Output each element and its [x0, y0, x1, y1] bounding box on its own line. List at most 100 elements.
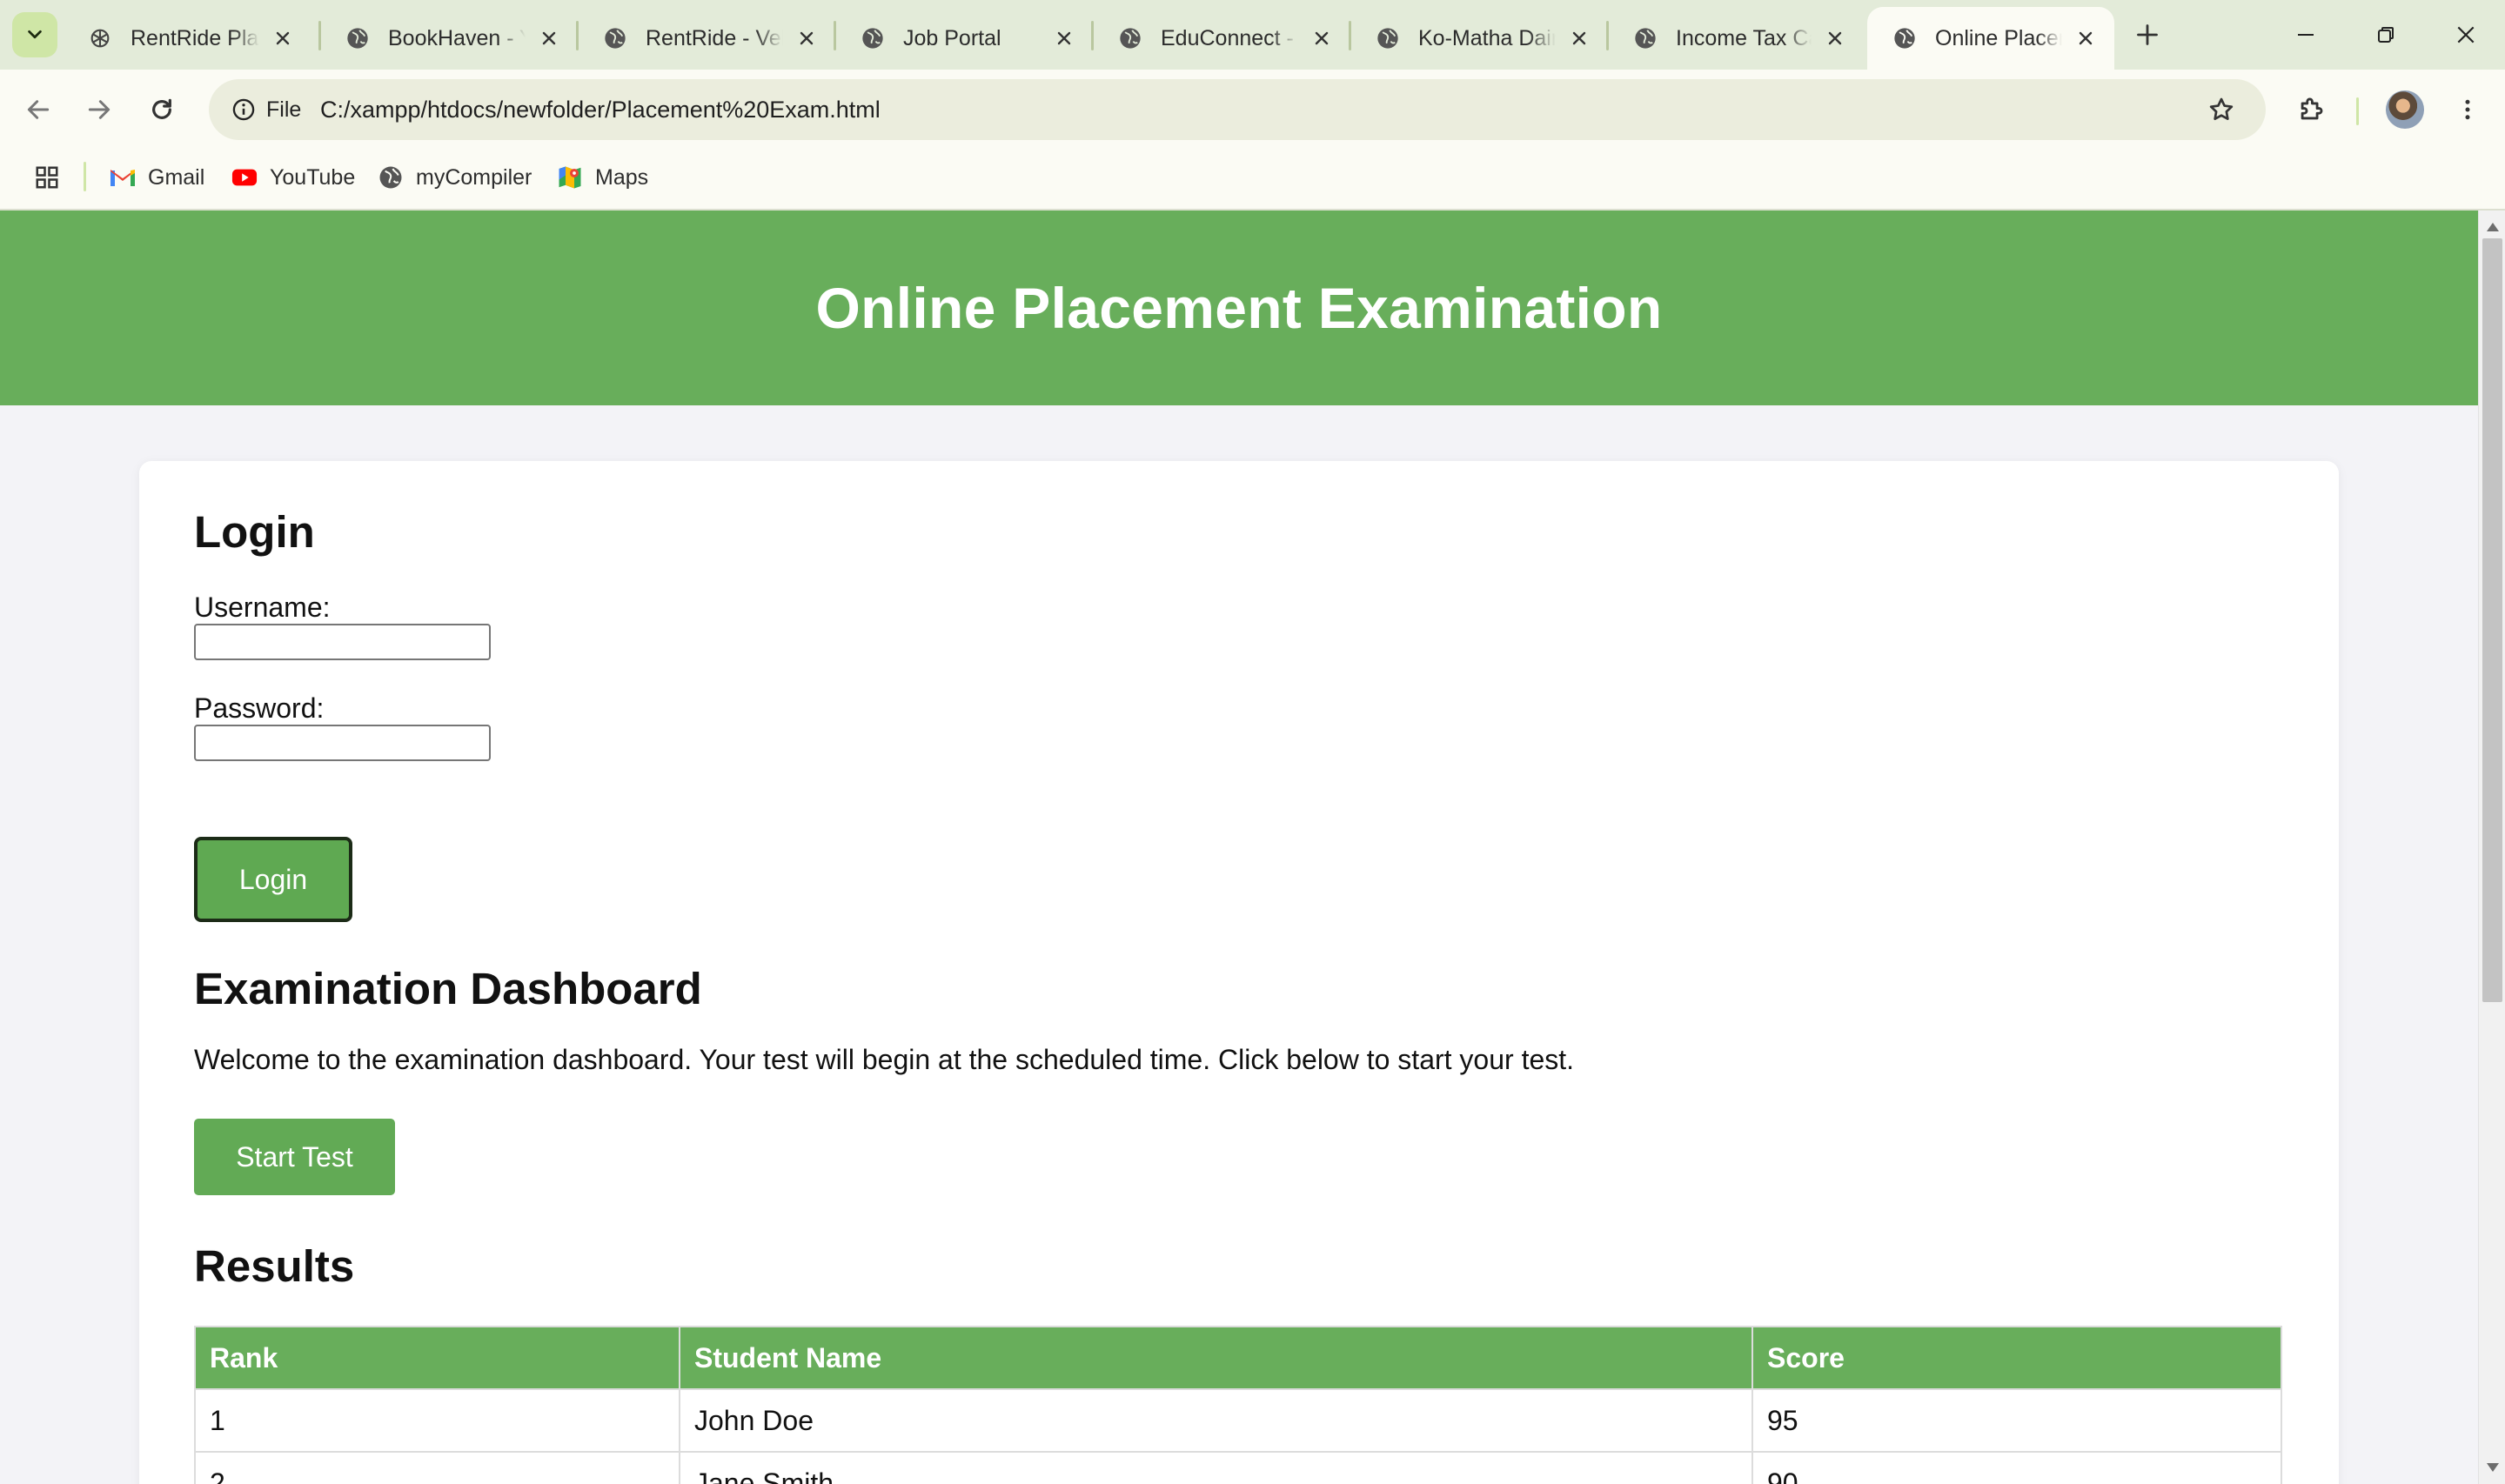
- login-heading: Login: [194, 507, 315, 557]
- extensions-button[interactable]: [2290, 89, 2332, 130]
- student-name-cell: Jane Smith: [679, 1451, 1753, 1484]
- globe-icon: [860, 25, 886, 51]
- forward-button[interactable]: [78, 89, 120, 130]
- minimize-button[interactable]: [2280, 12, 2332, 57]
- globe-icon: [1892, 25, 1918, 51]
- bookmark-label: Maps: [595, 164, 649, 190]
- tab-title: EduConnect - Online: [1161, 25, 1298, 50]
- bookmark-mycompiler[interactable]: myCompiler: [378, 157, 532, 198]
- bookmark-label: Gmail: [148, 164, 205, 190]
- arrow-right-icon: [88, 100, 111, 119]
- arrow-left-icon: [27, 100, 50, 119]
- chevron-down-icon: [28, 30, 42, 39]
- page-scrollbar[interactable]: [2478, 211, 2505, 1484]
- reload-icon: [152, 98, 171, 119]
- bookmarks-bar: Gmail YouTube myCompiler Maps: [0, 150, 2505, 211]
- youtube-icon: [231, 164, 258, 191]
- apps-button[interactable]: [30, 160, 64, 195]
- reload-button[interactable]: [141, 89, 183, 130]
- tab-job-portal[interactable]: Job Portal: [835, 7, 1093, 70]
- tab-rentride-platform[interactable]: RentRide Platform: [63, 7, 311, 70]
- score-cell: 90: [1751, 1451, 2282, 1484]
- tab-rentride-vehicle[interactable]: RentRide - Vehicle: [578, 7, 835, 70]
- password-label: Password:: [194, 692, 325, 724]
- maps-icon: [557, 164, 583, 191]
- close-icon[interactable]: [1566, 25, 1592, 51]
- profile-avatar[interactable]: [2386, 90, 2424, 129]
- bookmark-label: YouTube: [270, 164, 356, 190]
- restore-button[interactable]: [2360, 12, 2412, 57]
- globe-icon: [1117, 25, 1143, 51]
- gmail-icon: [110, 164, 136, 191]
- tab-title: BookHaven - Your: [388, 25, 526, 50]
- scrollbar-thumb[interactable]: [2482, 238, 2502, 1002]
- close-window-button[interactable]: [2440, 12, 2492, 57]
- plus-icon: [2137, 24, 2158, 45]
- close-icon[interactable]: [1051, 25, 1077, 51]
- globe-icon: [378, 164, 404, 191]
- results-table: Rank Student Name Score 1 John Doe 95 2 …: [194, 1326, 2282, 1484]
- login-button[interactable]: Login: [194, 837, 352, 922]
- site-chip-label: File: [266, 97, 302, 122]
- tab-title: Ko-Matha Dairy: [1418, 25, 1556, 50]
- url-text[interactable]: C:/xampp/htdocs/newfolder/Placement%20Ex…: [320, 79, 881, 140]
- scroll-up-arrow-icon[interactable]: [2487, 223, 2499, 231]
- start-test-button[interactable]: Start Test: [194, 1119, 395, 1195]
- close-icon[interactable]: [2073, 25, 2099, 51]
- student-name-cell: John Doe: [679, 1388, 1753, 1453]
- tab-title: Job Portal: [903, 25, 1001, 50]
- bookmark-youtube[interactable]: YouTube: [231, 157, 355, 198]
- results-heading: Results: [194, 1241, 355, 1291]
- close-icon[interactable]: [794, 25, 820, 51]
- table-row: 1 John Doe 95: [194, 1388, 2282, 1453]
- score-cell: 95: [1751, 1388, 2282, 1453]
- rank-cell: 2: [194, 1451, 680, 1484]
- menu-button[interactable]: [2447, 89, 2488, 130]
- browser-toolbar: File C:/xampp/htdocs/newfolder/Placement…: [0, 70, 2505, 150]
- tab-educonnect[interactable]: EduConnect - Online: [1093, 7, 1350, 70]
- tab-income-tax[interactable]: Income Tax Calculator: [1608, 7, 1864, 70]
- back-button[interactable]: [17, 89, 59, 130]
- column-header-rank: Rank: [194, 1326, 680, 1390]
- star-icon: [2209, 97, 2234, 120]
- table-header-row: Rank Student Name Score: [194, 1326, 2282, 1390]
- globe-icon: [1632, 25, 1658, 51]
- page-viewport: Online Placement Examination Login Usern…: [0, 211, 2478, 1484]
- tab-strip: RentRide Platform BookHaven - Your RentR…: [0, 0, 2505, 70]
- tab-search-button[interactable]: [12, 12, 57, 57]
- close-icon[interactable]: [1822, 25, 1848, 51]
- address-bar[interactable]: File C:/xampp/htdocs/newfolder/Placement…: [209, 79, 2266, 140]
- bookmark-maps[interactable]: Maps: [557, 157, 648, 198]
- tab-title: RentRide Platform: [131, 25, 259, 50]
- scroll-down-arrow-icon[interactable]: [2487, 1463, 2499, 1472]
- tab-ko-matha-dairy[interactable]: Ko-Matha Dairy: [1350, 7, 1608, 70]
- bookmark-label: myCompiler: [416, 164, 532, 190]
- toolbar-divider: [2356, 97, 2359, 125]
- main-card: Login Username: Password: Login Examinat…: [139, 461, 2339, 1484]
- close-icon: [2457, 26, 2475, 43]
- close-icon[interactable]: [270, 25, 296, 51]
- bookmark-star-button[interactable]: [2203, 91, 2240, 128]
- bookmarks-separator: [84, 162, 86, 191]
- openai-icon: [87, 25, 113, 51]
- puzzle-icon: [2301, 97, 2323, 120]
- site-info-chip[interactable]: File: [219, 88, 317, 131]
- new-tab-button[interactable]: [2128, 16, 2167, 54]
- close-icon[interactable]: [536, 25, 562, 51]
- bookmark-gmail[interactable]: Gmail: [110, 157, 204, 198]
- username-label: Username:: [194, 592, 331, 623]
- globe-icon: [1375, 25, 1401, 51]
- close-icon[interactable]: [1309, 25, 1335, 51]
- more-vertical-icon: [2465, 99, 2470, 120]
- minimize-icon: [2298, 34, 2314, 36]
- tab-bookhaven[interactable]: BookHaven - Your: [320, 7, 578, 70]
- password-input[interactable]: [194, 725, 491, 761]
- tab-title: Income Tax Calculator: [1676, 25, 1812, 50]
- column-header-student-name: Student Name: [679, 1326, 1753, 1390]
- tab-online-placement[interactable]: Online Placement: [1867, 7, 2114, 70]
- apps-grid-icon: [36, 166, 58, 189]
- table-row: 2 Jane Smith 90: [194, 1451, 2282, 1484]
- dashboard-heading: Examination Dashboard: [194, 964, 702, 1013]
- username-input[interactable]: [194, 624, 491, 660]
- restore-icon: [2378, 27, 2394, 43]
